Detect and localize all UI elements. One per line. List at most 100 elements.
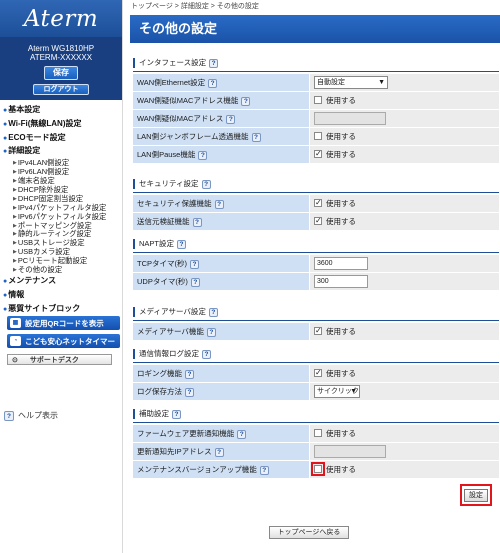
- set-button[interactable]: 設定: [464, 489, 488, 502]
- nav-arrow-icon: ▶: [13, 222, 17, 229]
- logout-button[interactable]: ログアウト: [33, 84, 89, 95]
- help-icon[interactable]: ?: [202, 349, 211, 359]
- nav-arrow-icon: ▶: [13, 249, 17, 256]
- setting-value: 自動設定 ▼: [310, 74, 499, 91]
- help-icon[interactable]: ?: [190, 259, 199, 269]
- kids-timer-button[interactable]: ◔ こども安心ネットタイマー: [7, 334, 120, 349]
- select-dropdown[interactable]: サイクリック ▼: [314, 385, 360, 398]
- nav-item[interactable]: ●Wi-Fi(無線LAN)設定: [3, 118, 122, 132]
- help-icon[interactable]: ?: [237, 429, 247, 439]
- help-icon: ?: [4, 410, 14, 421]
- help-icon[interactable]: ?: [208, 307, 218, 317]
- setting-row: WAN側Ethernet設定? 自動設定 ▼: [133, 74, 499, 91]
- checkbox[interactable]: [311, 462, 325, 477]
- support-icon: ⊙: [12, 356, 18, 364]
- help-icon[interactable]: ?: [190, 277, 200, 287]
- setting-value: ✓ 使用する: [310, 323, 499, 340]
- setting-value: ✓ 使用する: [310, 365, 499, 382]
- help-icon[interactable]: ?: [185, 387, 194, 397]
- section-title-text: 補助設定: [139, 409, 169, 418]
- section-divider: [133, 320, 499, 321]
- setting-label: ロギング機能?: [133, 365, 309, 382]
- nav-bullet-icon: ●: [3, 148, 8, 156]
- support-desk-button[interactable]: ⊙ サポートデスク: [7, 354, 112, 366]
- aterm-logo: Aterm: [23, 5, 99, 32]
- help-label: ヘルプ表示: [18, 411, 58, 420]
- help-icon[interactable]: ?: [251, 132, 261, 142]
- nav-label: USBカメラ設定: [17, 247, 71, 257]
- model-name: Aterm WG1810HP: [27, 44, 95, 53]
- help-icon[interactable]: ?: [214, 199, 224, 209]
- help-icon[interactable]: ?: [177, 239, 187, 249]
- nav-bullet-icon: ●: [3, 291, 8, 299]
- nav-bullet-icon: ●: [3, 120, 8, 128]
- setting-label-text: ログ保存方法: [137, 387, 182, 396]
- setting-label: 送信元検証機能?: [133, 213, 309, 230]
- help-icon[interactable]: ?: [241, 96, 251, 106]
- setting-row: ログ保存方法? サイクリック ▼: [133, 383, 499, 400]
- nav-arrow-icon: ▶: [13, 240, 17, 247]
- nav-item[interactable]: ●情報: [3, 289, 122, 303]
- nav-item[interactable]: ●ECOモード設定: [3, 132, 122, 146]
- text-input[interactable]: 3600: [314, 257, 368, 270]
- support-desk-label: サポートデスク: [29, 356, 79, 364]
- device-info: Aterm WG1810HP ATERM-XXXXXX 保存 ログアウト: [0, 37, 122, 100]
- sidebar-nav: ●基本設定 ●Wi-Fi(無線LAN)設定 ●ECOモード設定 ●詳細設定 ▶IPv4L…: [0, 100, 122, 316]
- section-divider: [133, 422, 499, 423]
- checkbox[interactable]: ✓: [314, 199, 322, 208]
- setting-label: メディアサーバ機能?: [133, 323, 309, 340]
- help-icon[interactable]: ?: [206, 327, 216, 337]
- nav-label: IPv6LAN側設定: [17, 167, 70, 177]
- setting-label: WAN側疑似MACアドレス機能?: [133, 92, 309, 109]
- back-to-top-button[interactable]: トップページへ戻る: [269, 526, 349, 539]
- help-icon[interactable]: ?: [172, 409, 181, 419]
- setting-value: 使用する: [310, 461, 499, 478]
- setting-label: WAN側Ethernet設定?: [133, 74, 309, 91]
- help-icon[interactable]: ?: [198, 150, 208, 160]
- nav-label: 基本設定: [8, 105, 41, 114]
- help-icon[interactable]: ?: [226, 114, 236, 124]
- help-icon[interactable]: ?: [214, 447, 224, 457]
- checkbox-label: 使用する: [326, 150, 356, 159]
- setting-value: 使用する: [310, 128, 499, 145]
- help-icon[interactable]: ?: [259, 465, 269, 475]
- save-button[interactable]: 保存: [44, 66, 78, 80]
- checkbox[interactable]: ✓: [314, 369, 322, 378]
- section-title-text: セキュリティ設定: [139, 179, 199, 188]
- select-dropdown[interactable]: 自動設定 ▼: [314, 76, 388, 89]
- text-input[interactable]: [314, 112, 386, 125]
- help-link[interactable]: ? ヘルプ表示: [4, 410, 58, 421]
- setting-label: メンテナンスバージョンアップ機能?: [133, 461, 309, 478]
- checkbox[interactable]: ✓: [314, 150, 322, 159]
- checkbox[interactable]: ✓: [314, 327, 322, 336]
- nav-subitem[interactable]: ▶その他の設定: [3, 266, 122, 275]
- setting-label-text: ファームウェア更新通知機能: [137, 429, 235, 438]
- setting-label: ファームウェア更新通知機能?: [133, 425, 309, 442]
- help-icon[interactable]: ?: [209, 58, 219, 68]
- text-input[interactable]: 300: [314, 275, 368, 288]
- help-icon[interactable]: ?: [185, 369, 194, 379]
- setting-row: TCPタイマ(秒)? 3600: [133, 255, 499, 272]
- section-divider: [133, 362, 499, 363]
- nav-label: IPv4LAN側設定: [17, 158, 70, 168]
- qr-code-button[interactable]: ▦ 設定用QRコードを表示: [7, 316, 120, 331]
- checkbox[interactable]: [314, 96, 322, 105]
- text-input[interactable]: [314, 445, 386, 458]
- nav-label: 詳細設定: [8, 146, 41, 156]
- nav-item[interactable]: ●基本設定: [3, 104, 122, 118]
- setting-value: [310, 443, 499, 460]
- sidebar: Aterm Aterm WG1810HP ATERM-XXXXXX 保存 ログア…: [0, 0, 123, 553]
- nav-item[interactable]: ●メンテナンス: [3, 275, 122, 289]
- checkbox-label: 使用する: [326, 327, 356, 336]
- help-icon[interactable]: ?: [201, 179, 211, 189]
- setting-row: WAN側疑似MACアドレス機能? 使用する: [133, 92, 499, 109]
- checkbox[interactable]: [314, 429, 322, 438]
- help-icon[interactable]: ?: [208, 78, 218, 88]
- nav-arrow-icon: ▶: [13, 186, 17, 193]
- help-icon[interactable]: ?: [192, 217, 202, 227]
- checkbox[interactable]: [314, 132, 322, 141]
- checkbox[interactable]: ✓: [314, 217, 322, 226]
- nav-item[interactable]: ●詳細設定: [3, 145, 122, 159]
- nav-item[interactable]: ●悪質サイトブロック: [3, 303, 122, 317]
- nav-label: その他の設定: [17, 265, 63, 275]
